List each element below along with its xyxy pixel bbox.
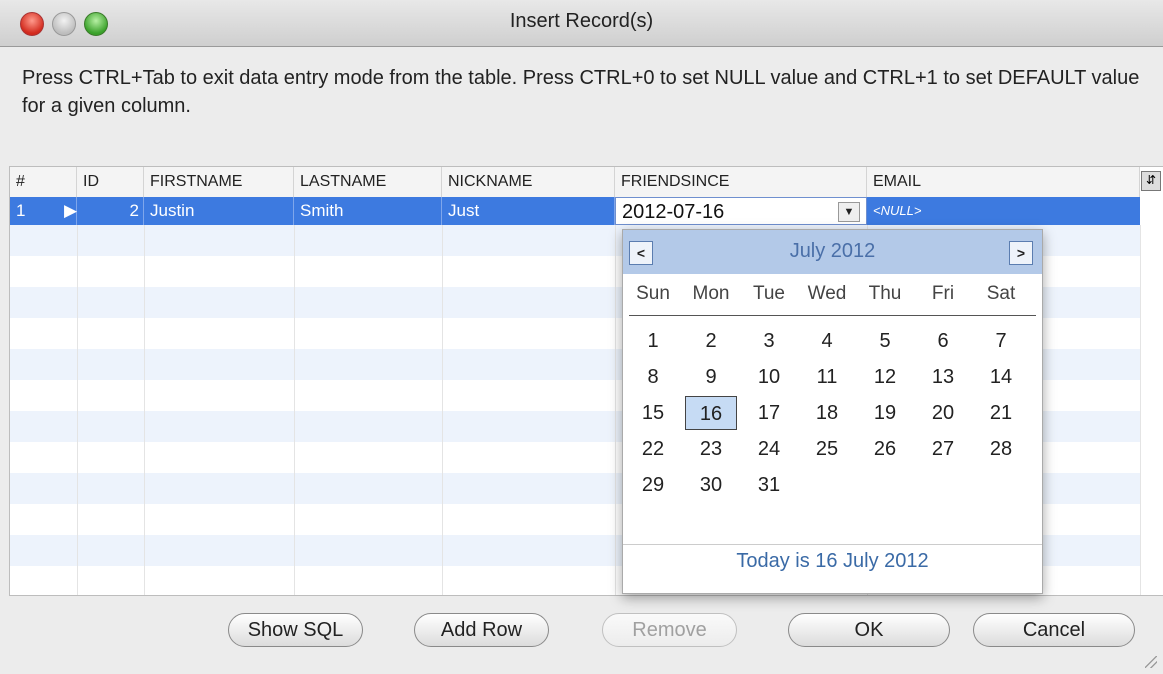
friendsince-value: 2012-07-16	[622, 201, 725, 223]
row-number-cell: 1 ▶	[10, 197, 77, 225]
next-month-button[interactable]: >	[1009, 241, 1033, 265]
instructions-text: Press CTRL+Tab to exit data entry mode f…	[22, 67, 1140, 117]
resize-grip-icon[interactable]	[1145, 656, 1157, 668]
current-row-arrow-icon: ▶	[64, 201, 78, 220]
weekday-label: Tue	[752, 283, 786, 304]
cancel-button[interactable]: Cancel	[973, 613, 1135, 647]
calendar-day[interactable]: 14	[975, 360, 1027, 394]
calendar-day[interactable]: 19	[859, 396, 911, 430]
column-header-id[interactable]: ID	[77, 167, 144, 197]
date-dropdown-button[interactable]: ▼	[838, 202, 860, 222]
date-picker-popup[interactable]: < July 2012 > Sun Mon Tue Wed Thu Fri Sa…	[622, 229, 1043, 594]
calendar-day[interactable]: 4	[801, 324, 853, 358]
window-title: Insert Record(s)	[509, 10, 654, 32]
calendar-day[interactable]: 28	[975, 432, 1027, 466]
weekday-label: Fri	[931, 283, 955, 304]
weekday-label: Mon	[692, 283, 730, 304]
calendar-day[interactable]: 22	[627, 432, 679, 466]
calendar-day[interactable]: 8	[627, 360, 679, 394]
calendar-day[interactable]: 24	[743, 432, 795, 466]
calendar-day[interactable]: 30	[685, 468, 737, 502]
remove-button[interactable]: Remove	[602, 613, 737, 647]
calendar-day[interactable]: 9	[685, 360, 737, 394]
calendar-header: < July 2012 >	[623, 230, 1042, 274]
column-chooser-icon[interactable]: ⇵	[1141, 171, 1161, 191]
column-header-num[interactable]: #	[10, 167, 77, 197]
calendar-day[interactable]: 27	[917, 432, 969, 466]
calendar-day[interactable]: 3	[743, 324, 795, 358]
calendar-day[interactable]: 23	[685, 432, 737, 466]
friendsince-date-editor[interactable]: 2012-07-16 ▼	[615, 197, 867, 225]
calendar-day[interactable]: 20	[917, 396, 969, 430]
firstname-cell[interactable]: Justin	[144, 197, 294, 225]
table-header: # ID FIRSTNAME LASTNAME NICKNAME FRIENDS…	[10, 167, 1140, 198]
calendar-day[interactable]: 1	[627, 324, 679, 358]
calendar-day[interactable]: 6	[917, 324, 969, 358]
ok-button[interactable]: OK	[788, 613, 950, 647]
calendar-day[interactable]: 2	[685, 324, 737, 358]
calendar-day[interactable]: 7	[975, 324, 1027, 358]
table-row[interactable]: 1 ▶ 2 Justin Smith Just 2012-07-16 ▼ <NUL…	[10, 197, 1140, 225]
column-header-email[interactable]: EMAIL	[867, 167, 1140, 197]
column-header-firstname[interactable]: FIRSTNAME	[144, 167, 294, 197]
column-header-lastname[interactable]: LASTNAME	[294, 167, 442, 197]
weekday-label: Wed	[807, 283, 847, 304]
calendar-day[interactable]: 17	[743, 396, 795, 430]
nickname-cell[interactable]: Just	[442, 197, 615, 225]
calendar-day[interactable]: 29	[627, 468, 679, 502]
title-bar: Insert Record(s)	[0, 0, 1163, 47]
show-sql-button[interactable]: Show SQL	[228, 613, 363, 647]
calendar-day[interactable]: 15	[627, 396, 679, 430]
add-row-button[interactable]: Add Row	[414, 613, 549, 647]
weekday-divider	[629, 315, 1036, 316]
calendar-day[interactable]: 5	[859, 324, 911, 358]
weekday-label: Sun	[636, 283, 670, 304]
calendar-day[interactable]: 31	[743, 468, 795, 502]
calendar-day[interactable]: 12	[859, 360, 911, 394]
calendar-day[interactable]: 18	[801, 396, 853, 430]
column-header-friendsince[interactable]: FRIENDSINCE	[615, 167, 867, 197]
weekday-label: Sat	[986, 283, 1016, 304]
id-cell[interactable]: 2	[77, 197, 144, 225]
weekday-label: Thu	[868, 283, 902, 304]
calendar-day[interactable]: 25	[801, 432, 853, 466]
calendar-day[interactable]: 16	[685, 396, 737, 430]
calendar-day[interactable]: 10	[743, 360, 795, 394]
row-number: 1	[16, 201, 26, 220]
calendar-day[interactable]: 26	[859, 432, 911, 466]
email-cell[interactable]: <NULL>	[867, 197, 1140, 225]
column-header-nickname[interactable]: NICKNAME	[442, 167, 615, 197]
lastname-cell[interactable]: Smith	[294, 197, 442, 225]
calendar-month-title: July 2012	[789, 240, 876, 262]
calendar-day[interactable]: 21	[975, 396, 1027, 430]
calendar-day[interactable]: 11	[801, 360, 853, 394]
today-divider	[623, 544, 1042, 545]
today-link[interactable]: Today is 16 July 2012	[623, 550, 1042, 573]
calendar-day[interactable]: 13	[917, 360, 969, 394]
